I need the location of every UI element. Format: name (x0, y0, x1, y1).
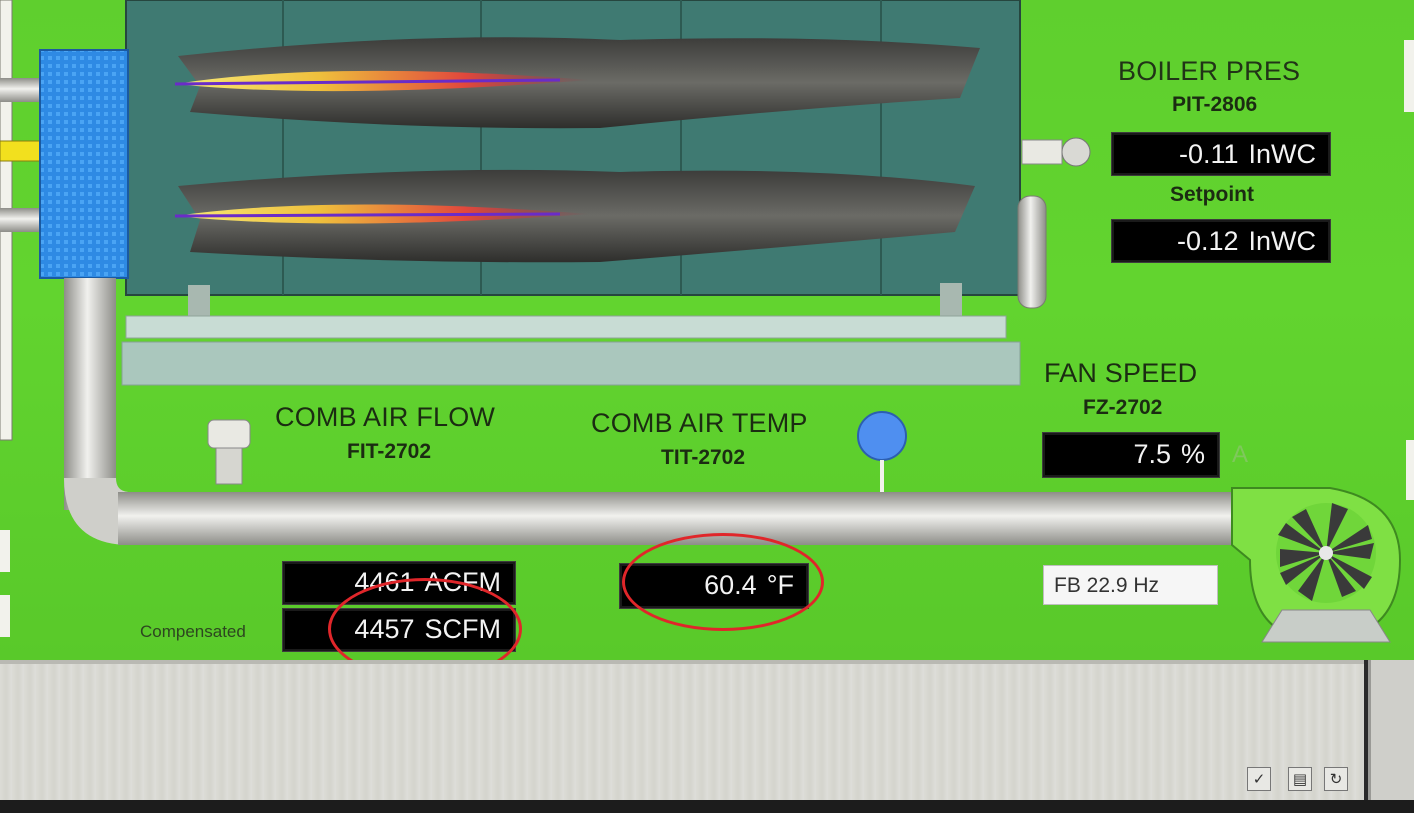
boiler-pressure-unit: InWC (1248, 139, 1317, 169)
air-flow-title: COMB AIR FLOW (275, 402, 496, 432)
bottom-panel (0, 660, 1364, 804)
boiler-pressure-readout[interactable]: -0.11 InWC (1112, 133, 1330, 175)
print-icon: ▤ (1292, 771, 1308, 788)
fan-mode-indicator: A (1232, 441, 1249, 468)
fan-speed-tag: FZ-2702 (1083, 396, 1163, 419)
boiler-pressure-title: BOILER PRES (1118, 56, 1301, 86)
fan-speed-unit: % (1180, 439, 1205, 469)
fan-speed-title: FAN SPEED (1044, 358, 1198, 388)
air-temp-tag: TIT-2702 (661, 446, 746, 469)
boiler-pressure-value: -0.11 (1178, 139, 1239, 169)
setpoint-label: Setpoint (1170, 183, 1254, 206)
hmi-screen: BOILER PRES PIT-2806 -0.11 InWC Setpoint … (0, 0, 1414, 660)
air-temp-title: COMB AIR TEMP (591, 408, 808, 438)
fan-speed-value: 7.5 (1133, 439, 1171, 469)
fan-feedback-display: FB 22.9 Hz (1043, 565, 1218, 605)
refresh-button[interactable]: ↻ (1324, 767, 1348, 791)
print-button[interactable]: ▤ (1288, 767, 1312, 791)
refresh-icon: ↻ (1329, 771, 1343, 788)
compensated-label: Compensated (140, 622, 246, 641)
acknowledge-button[interactable]: ✓ (1247, 767, 1271, 791)
monitor-bezel (0, 800, 1414, 813)
boiler-setpoint-readout[interactable]: -0.12 InWC (1112, 220, 1330, 262)
boiler-pressure-tag: PIT-2806 (1172, 93, 1258, 116)
boiler-setpoint-value: -0.12 (1176, 226, 1239, 256)
checkmark-icon: ✓ (1252, 771, 1266, 788)
highlight-air-temp-annotation (622, 533, 824, 631)
boiler-setpoint-unit: InWC (1248, 226, 1317, 256)
fan-speed-readout[interactable]: 7.5% (1043, 433, 1219, 477)
air-flow-tag: FIT-2702 (347, 440, 432, 463)
right-panel (1368, 660, 1414, 800)
